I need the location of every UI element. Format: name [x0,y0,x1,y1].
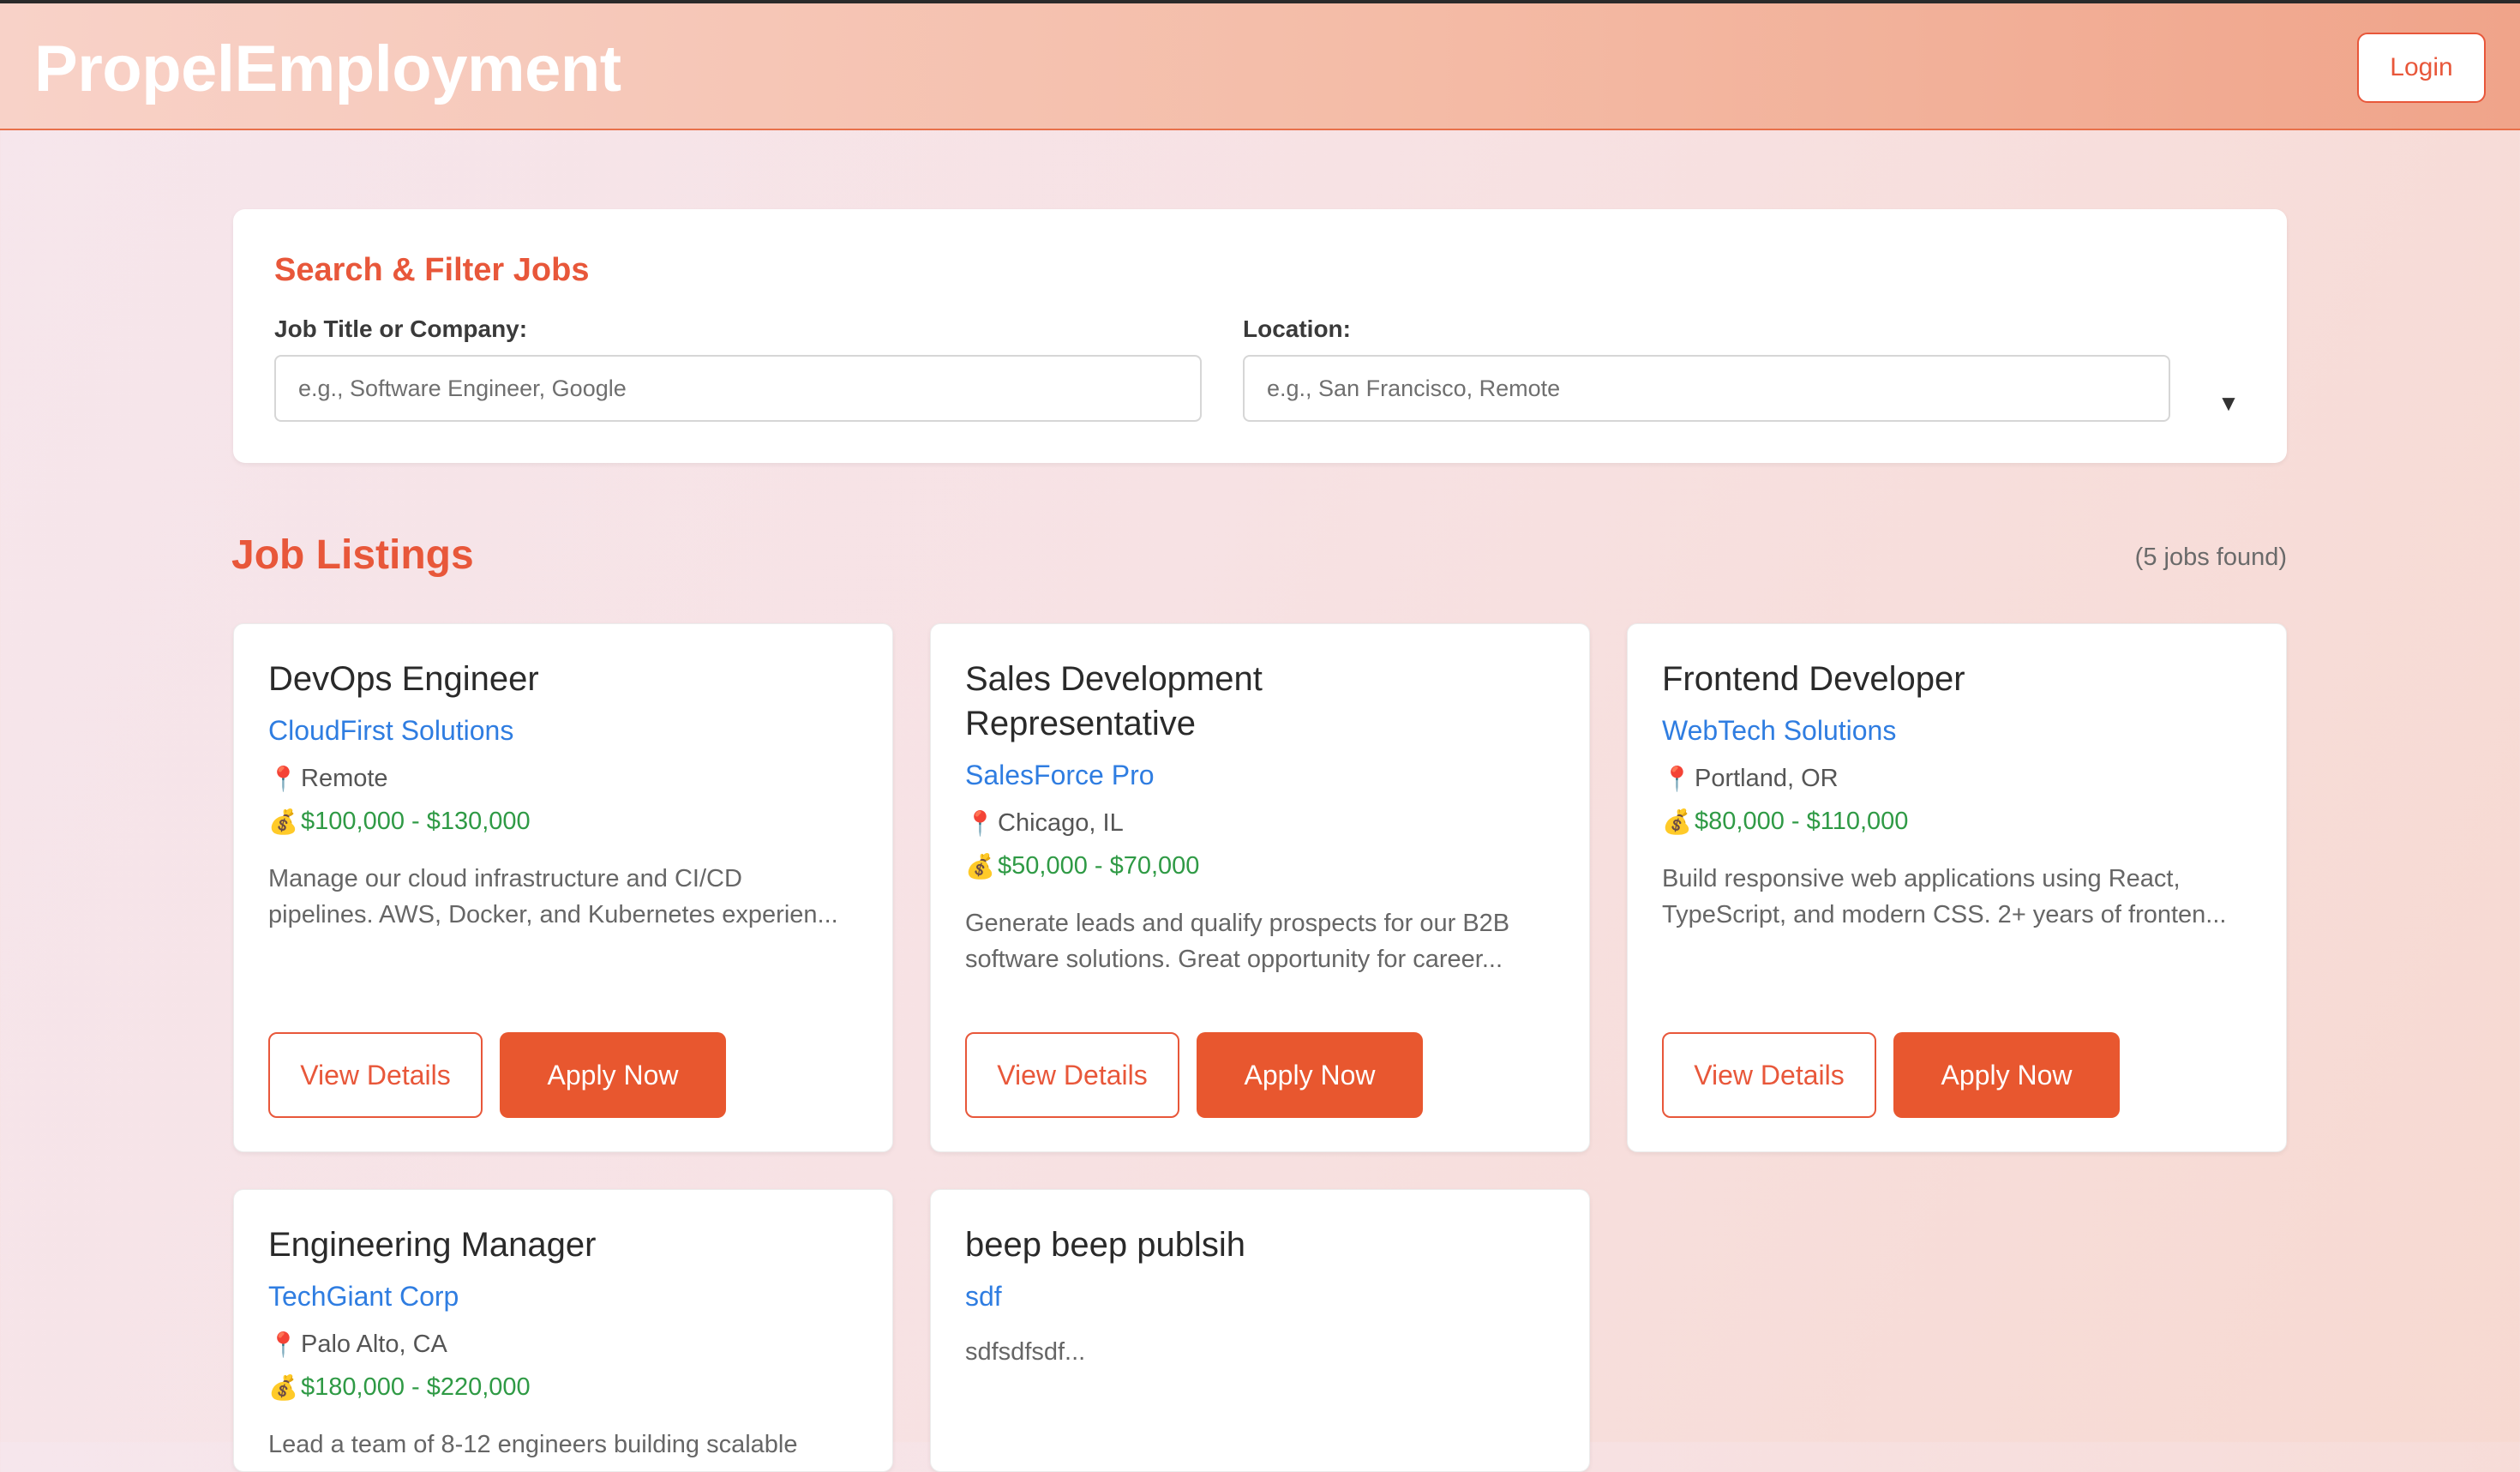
location-text: Remote [301,765,388,792]
job-description: Build responsive web applications using … [1662,861,2253,933]
job-title[interactable]: Engineering Manager [268,1223,860,1267]
description-line: Lead a team of 8-12 engineers building s… [268,1431,798,1458]
job-description: Manage our cloud infrastructure and CI/C… [268,861,860,933]
view-details-button[interactable]: View Details [1662,1032,1876,1118]
description-line: Manage our cloud infrastructure and CI/C… [268,865,742,892]
job-title[interactable]: beep beep publsih [965,1223,1557,1267]
job-location: 📍 Chicago, IL [965,809,1124,838]
location-label: Location: [1243,315,1351,342]
salary-text: $50,000 - $70,000 [998,852,1200,880]
panel-title: Search & Filter Jobs [274,252,590,288]
company-link[interactable]: SalesForce Pro [965,760,1155,791]
jobs-count: (5 jobs found) [2134,544,2287,571]
location-text: Portland, OR [1695,765,1839,792]
location-pin-icon: 📍 [268,766,298,792]
description-line: pipelines. AWS, Docker, and Kubernetes e… [268,901,838,928]
job-card: Engineering Manager TechGiant Corp 📍 Pal… [233,1189,893,1472]
salary-text: $180,000 - $220,000 [301,1373,531,1401]
job-title[interactable]: DevOps Engineer [268,657,860,701]
salary-text: $100,000 - $130,000 [301,808,531,835]
job-title-line: Representative [965,705,1197,742]
location-pin-icon: 📍 [1662,766,1692,792]
description-line: TypeScript, and modern CSS. 2+ years of … [1662,901,2227,928]
description-line: sdfsdfsdf... [965,1338,1086,1366]
location-pin-icon: 📍 [965,810,995,837]
filter-expand-icon[interactable]: ▼ [2211,386,2246,420]
money-bag-icon: 💰 [268,808,298,835]
login-button[interactable]: Login [2357,33,2486,103]
job-card: beep beep publsih sdf sdfsdfsdf... [930,1189,1590,1472]
job-card: Sales Development Representative SalesFo… [930,623,1590,1152]
job-description: Generate leads and qualify prospects for… [965,905,1557,977]
job-salary: 💰 $50,000 - $70,000 [965,852,1199,880]
description-line: software solutions. Great opportunity fo… [965,946,1503,973]
view-details-button[interactable]: View Details [268,1032,483,1118]
job-location: 📍 Portland, OR [1662,765,1839,793]
view-details-button[interactable]: View Details [965,1032,1179,1118]
location-pin-icon: 📍 [268,1331,298,1358]
money-bag-icon: 💰 [268,1374,298,1401]
location-text: Chicago, IL [998,809,1124,837]
description-line: Build responsive web applications using … [1662,865,2181,892]
company-link[interactable]: TechGiant Corp [268,1281,459,1313]
job-description: sdfsdfsdf... [965,1334,1557,1370]
job-card: Frontend Developer WebTech Solutions 📍 P… [1627,623,2287,1152]
job-card: DevOps Engineer CloudFirst Solutions 📍 R… [233,623,893,1152]
listings-title: Job Listings [231,532,474,578]
company-link[interactable]: CloudFirst Solutions [268,715,513,747]
job-location: 📍 Palo Alto, CA [268,1331,447,1359]
job-salary: 💰 $100,000 - $130,000 [268,808,531,836]
job-title[interactable]: Sales Development Representative [965,657,1557,746]
money-bag-icon: 💰 [965,853,995,880]
top-header: PropelEmployment Login [0,3,2520,130]
job-title-line: Sales Development [965,660,1263,698]
job-salary: 💰 $180,000 - $220,000 [268,1373,531,1402]
brand-logo[interactable]: PropelEmployment [34,31,621,108]
search-filter-panel: Search & Filter Jobs Job Title or Compan… [233,209,2287,463]
job-title-input[interactable] [274,355,1202,422]
job-title[interactable]: Frontend Developer [1662,657,2253,701]
apply-now-button[interactable]: Apply Now [1893,1032,2120,1118]
location-text: Palo Alto, CA [301,1331,447,1358]
job-salary: 💰 $80,000 - $110,000 [1662,808,1908,836]
apply-now-button[interactable]: Apply Now [500,1032,726,1118]
job-description: Lead a team of 8-12 engineers building s… [268,1427,860,1463]
job-title-label: Job Title or Company: [274,315,528,342]
job-location: 📍 Remote [268,765,388,793]
company-link[interactable]: WebTech Solutions [1662,715,1896,747]
description-line: Generate leads and qualify prospects for… [965,910,1510,937]
apply-now-button[interactable]: Apply Now [1197,1032,1423,1118]
money-bag-icon: 💰 [1662,808,1692,835]
salary-text: $80,000 - $110,000 [1695,808,1909,835]
company-link[interactable]: sdf [965,1281,1002,1313]
location-input[interactable] [1243,355,2170,422]
